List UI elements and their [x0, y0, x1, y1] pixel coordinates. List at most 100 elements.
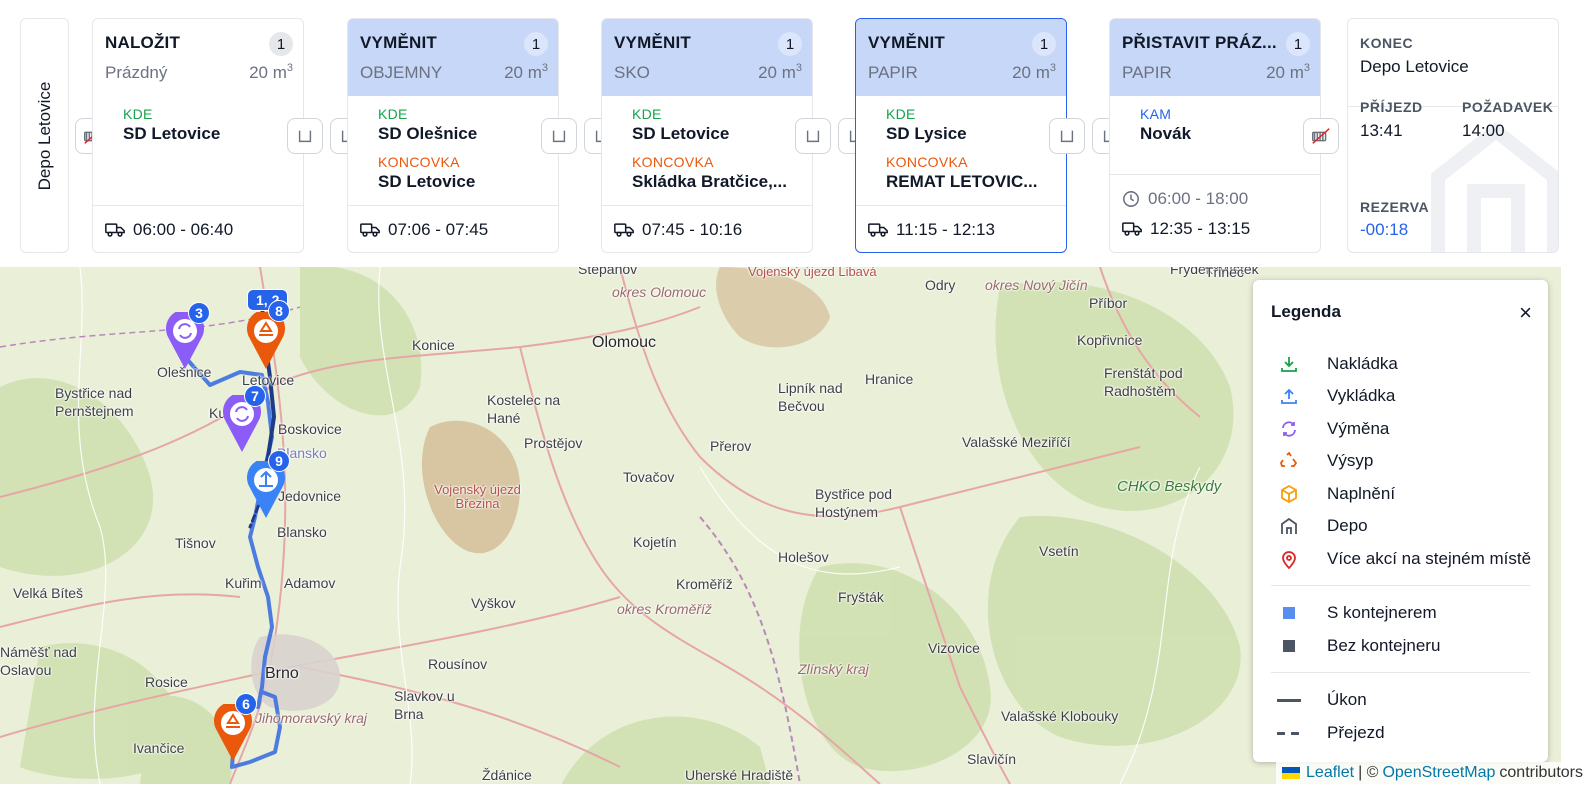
container-connector[interactable]	[1049, 118, 1085, 154]
destination-value: SD Letovice	[378, 172, 476, 191]
place-label: Ždánice	[482, 767, 532, 783]
card-header: VYMĚNIT 1 OBJEMNY 20 m3	[348, 19, 558, 96]
step-title: VYMĚNIT	[868, 33, 945, 52]
swap-icon	[1282, 421, 1296, 437]
legend-title: Legenda	[1271, 302, 1341, 321]
truck-icon	[360, 223, 380, 237]
time-row: 11:15 - 12:13	[856, 205, 1066, 252]
legend-item-transfer-line: Přejezd	[1275, 723, 1385, 743]
location-label: KAM	[1140, 106, 1172, 122]
route-step-card-2[interactable]: VYMĚNIT 1 OBJEMNY 20 m3 KDE SD Olešnice …	[347, 18, 559, 253]
destination-value: Skládka Bratčice,...	[632, 172, 787, 191]
legend-item-with-container: S kontejnerem	[1275, 603, 1437, 623]
route-step-card-1[interactable]: NALOŽIT 1 Prázdný 20 m3 KDE SD Letovice …	[92, 18, 304, 253]
place-label: Blansko	[277, 524, 327, 540]
place-label: okres Nový Jičín	[985, 277, 1088, 293]
place-label: Frenštát pod Radhoštěm	[1104, 365, 1183, 399]
location-value: Novák	[1140, 124, 1192, 143]
route-step-card-4[interactable]: VYMĚNIT 1 PAPIR 20 m3 KDE SD Lysice KONC…	[855, 18, 1067, 253]
place-label: Příbor	[1089, 295, 1128, 311]
container-icon	[552, 130, 566, 143]
clock-icon	[1123, 191, 1139, 207]
house-icon	[1281, 517, 1297, 534]
container-connector[interactable]	[541, 118, 577, 154]
download-icon	[1281, 357, 1297, 372]
location-value: SD Letovice	[123, 124, 221, 143]
place-label: Rosice	[145, 674, 188, 690]
place-label: Vojenský újezd Libavá	[748, 267, 877, 279]
location-label: KDE	[632, 106, 662, 122]
container-type: PAPIR	[1122, 63, 1172, 82]
place-label: Fryšták	[838, 589, 884, 605]
place-label: Uherské Hradiště	[685, 767, 794, 783]
legend-divider	[1271, 672, 1530, 673]
time-row: 06:00 - 06:40	[93, 205, 303, 252]
legend-item-without-container: Bez kontejneru	[1275, 636, 1440, 656]
container-connector[interactable]	[287, 118, 323, 154]
place-label: CHKO Beskydy	[1117, 478, 1222, 495]
step-title: NALOŽIT	[105, 33, 181, 52]
place-label: Slavkov u Brna	[394, 688, 455, 722]
place-label: Tišnov	[175, 535, 216, 551]
time-range: 07:06 - 07:45	[388, 220, 489, 239]
recycle-icon	[1280, 451, 1298, 467]
container-icon	[298, 130, 312, 143]
legend-item-task-line: Úkon	[1275, 690, 1367, 710]
place-label: Ivančice	[133, 740, 185, 756]
ukraine-flag-icon	[1282, 767, 1301, 779]
dashed-line-icon	[1277, 731, 1301, 735]
container-volume: 20 m3	[758, 62, 802, 82]
container-type: PAPIR	[868, 63, 918, 82]
arrival-label: PŘÍJEZD	[1360, 99, 1423, 115]
route-step-card-3[interactable]: VYMĚNIT 1 SKO 20 m3 KDE SD Letovice KONC…	[601, 18, 813, 253]
truck-icon	[614, 223, 634, 237]
time-range: 12:35 - 13:15	[1150, 219, 1251, 238]
place-label: Olomouc	[592, 334, 657, 351]
destination-label: KONCOVKA	[632, 154, 714, 170]
container-volume: 20 m3	[1012, 62, 1056, 82]
place-label: Tovačov	[623, 469, 675, 485]
legend-item-swap: Výměna	[1275, 419, 1389, 439]
place-label: Vojenský újezd Březina	[434, 482, 521, 511]
place-label: Adamov	[284, 575, 336, 591]
legend-item-dump: Výsyp	[1275, 451, 1373, 471]
place-label: Holešov	[778, 549, 829, 565]
box-icon	[1281, 484, 1297, 504]
start-depot-card[interactable]: Depo Letovice	[20, 18, 69, 253]
legend-close-button[interactable]: ×	[1519, 300, 1532, 326]
osm-link[interactable]: OpenStreetMap	[1382, 764, 1495, 782]
place-label: Kostelec na Hané	[487, 392, 561, 426]
place-label: Bystřice nad Pernštejnem	[55, 385, 134, 419]
place-label: Kuřim	[225, 575, 262, 591]
end-depot-card[interactable]: KONEC Depo Letovice PŘÍJEZD 13:41 POŽADA…	[1347, 18, 1559, 253]
container-connector[interactable]	[795, 118, 831, 154]
dark-square-icon	[1283, 640, 1295, 652]
place-label: Kojetín	[633, 534, 677, 550]
marker-badge: 7	[244, 385, 266, 407]
marker-badge: 9	[268, 450, 290, 472]
card-header: PŘISTAVIT PRÁZ... 1 PAPIR 20 m3	[1110, 19, 1320, 96]
legend-item-depot: Depo	[1275, 516, 1368, 536]
place-label: Jedovnice	[278, 488, 342, 504]
place-label: Vyškov	[471, 595, 516, 611]
location-label: KDE	[123, 106, 153, 122]
leaflet-link[interactable]: Leaflet	[1306, 764, 1354, 782]
place-label: Jihomoravský kraj	[255, 710, 368, 726]
time-row: 12:35 - 13:15	[1122, 219, 1250, 239]
no-container-connector[interactable]	[1303, 118, 1339, 154]
truck-icon	[105, 223, 125, 237]
container-type: OBJEMNY	[360, 63, 443, 82]
place-label: Vizovice	[928, 640, 980, 656]
card-header: VYMĚNIT 1 PAPIR 20 m3	[856, 19, 1066, 96]
truck-crossed-icon	[1312, 128, 1330, 144]
location-label: KDE	[886, 106, 916, 122]
route-step-card-5[interactable]: PŘISTAVIT PRÁZ... 1 PAPIR 20 m3 KAM Nová…	[1109, 18, 1321, 253]
end-depot-name: Depo Letovice	[1360, 57, 1469, 76]
reserve-value: -00:18	[1360, 220, 1409, 239]
destination-label: KONCOVKA	[886, 154, 968, 170]
legend-item-unload: Vykládka	[1275, 386, 1395, 406]
required-label: POŽADAVEK	[1462, 99, 1554, 115]
location-pin-icon	[1282, 551, 1296, 569]
place-label: Boskovice	[278, 421, 342, 437]
container-icon	[1060, 130, 1074, 143]
